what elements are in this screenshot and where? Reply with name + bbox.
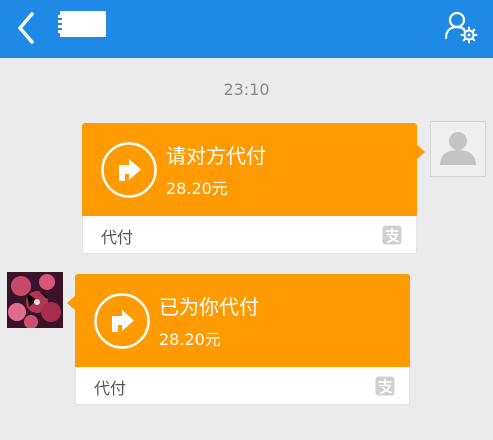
- bubble-tail: [67, 296, 75, 310]
- avatar-self[interactable]: [430, 121, 486, 177]
- bubble-tail: [417, 145, 425, 159]
- payment-completed-card[interactable]: 已为你代付 28.20元 代付: [67, 274, 410, 405]
- card-footer: 代付: [82, 216, 417, 254]
- default-user-icon: [440, 132, 476, 165]
- card-footer-label: 代付: [94, 379, 127, 398]
- payment-request-card[interactable]: 请对方代付 28.20元 代付: [82, 123, 425, 254]
- top-navigation-bar: [0, 0, 493, 58]
- share-arrow-icon: [101, 142, 157, 198]
- card-footer: 代付: [75, 367, 410, 405]
- message-timestamp: 23:10: [223, 80, 270, 99]
- share-arrow-icon: [94, 293, 150, 349]
- card-title: 已为你代付: [159, 295, 259, 319]
- chat-settings-button[interactable]: [443, 10, 479, 44]
- card-title: 请对方代付: [166, 144, 266, 168]
- alipay-icon: [382, 225, 402, 245]
- card-body: 请对方代付 28.20元: [82, 123, 417, 216]
- chevron-left-icon: [18, 12, 34, 44]
- avatar-contact[interactable]: [7, 272, 63, 328]
- user-settings-icon: [444, 11, 478, 44]
- chat-title: [58, 11, 106, 37]
- card-footer-label: 代付: [101, 228, 134, 247]
- alipay-icon: [375, 376, 395, 396]
- back-button[interactable]: [10, 8, 44, 48]
- card-amount: 28.20元: [166, 179, 228, 198]
- card-body: 已为你代付 28.20元: [75, 274, 410, 367]
- card-amount: 28.20元: [159, 330, 221, 349]
- contact-photo: [7, 272, 63, 328]
